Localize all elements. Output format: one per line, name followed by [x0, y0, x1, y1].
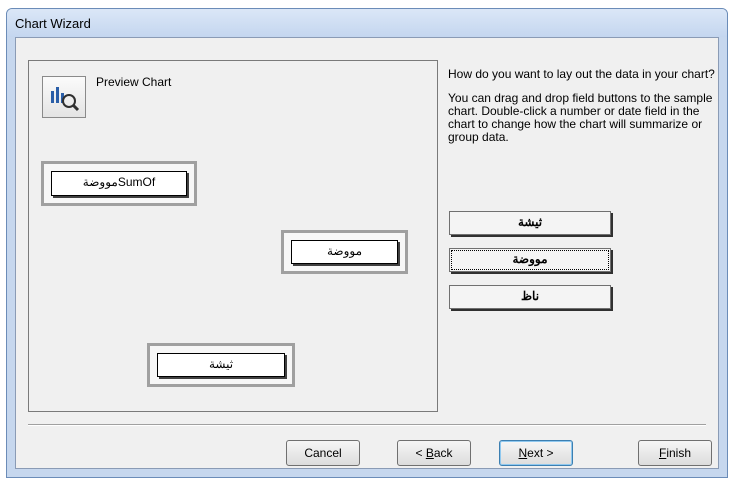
series-field-button[interactable]: مووضة: [291, 240, 398, 264]
back-button[interactable]: < Back: [397, 440, 471, 466]
back-prefix: <: [415, 446, 426, 460]
next-rest: ext >: [527, 446, 554, 460]
back-rest: ack: [433, 446, 453, 460]
finish-button[interactable]: Finish: [638, 440, 712, 466]
field-button-2[interactable]: مووضة: [449, 248, 611, 272]
chart-magnifier-icon: [51, 87, 80, 112]
cancel-label: Cancel: [304, 446, 342, 460]
title-bar[interactable]: Chart Wizard: [7, 9, 727, 37]
instructions: How do you want to lay out the data in y…: [448, 68, 716, 155]
preview-chart-label: Preview Chart: [96, 75, 172, 89]
data-field-button[interactable]: مووضةSumOf: [51, 171, 187, 196]
field-button-3[interactable]: ناظ: [449, 285, 611, 309]
next-button[interactable]: Next >: [499, 440, 573, 466]
separator: [28, 424, 706, 426]
axis-field-button[interactable]: ثيشة: [157, 353, 285, 377]
sample-chart-area: Preview Chart مووضةSumOf مووضة ثيشة: [28, 60, 438, 412]
chart-wizard-window: Chart Wizard Preview Chart مووضةSumOf مو…: [6, 8, 728, 478]
window-title: Chart Wizard: [15, 16, 91, 31]
next-access-key: N: [518, 446, 528, 460]
back-access-key: B: [425, 446, 434, 460]
finish-rest: inish: [666, 446, 692, 460]
instruction-help: You can drag and drop field buttons to t…: [448, 91, 713, 144]
instruction-question: How do you want to lay out the data in y…: [448, 67, 715, 81]
wizard-body: Preview Chart مووضةSumOf مووضة ثيشة How …: [15, 37, 719, 469]
cancel-button[interactable]: Cancel: [286, 440, 360, 466]
series-drop-zone[interactable]: مووضة: [281, 230, 408, 274]
axis-drop-zone[interactable]: ثيشة: [147, 343, 295, 387]
data-drop-zone[interactable]: مووضةSumOf: [41, 161, 197, 206]
field-button-1[interactable]: ثيشة: [449, 211, 611, 235]
preview-chart-button[interactable]: [42, 76, 86, 118]
